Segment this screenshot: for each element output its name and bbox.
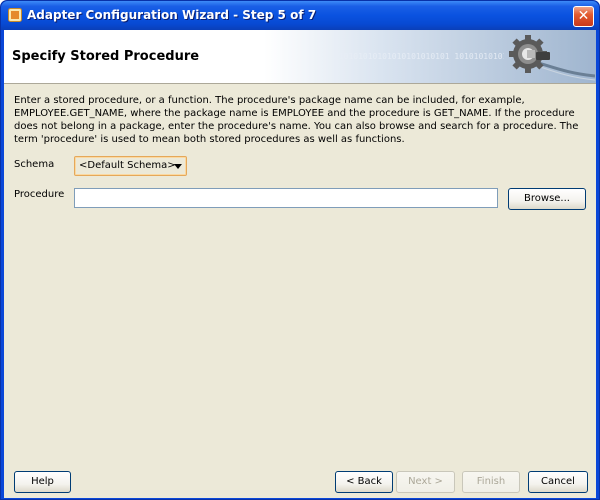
- back-button[interactable]: < Back: [335, 471, 393, 493]
- help-button[interactable]: Help: [14, 471, 71, 493]
- next-button[interactable]: Next >: [396, 471, 455, 493]
- gear-plug-icon: [509, 35, 595, 81]
- finish-button-label: Finish: [476, 476, 506, 487]
- app-window-icon: [8, 8, 22, 22]
- page-title: Specify Stored Procedure: [12, 49, 200, 64]
- binary-decoration: 010101010101010101010101 101010101010101…: [334, 52, 504, 61]
- close-icon: ✕: [577, 8, 590, 24]
- header-band: 010101010101010101010101 101010101010101…: [4, 30, 596, 84]
- cancel-button-label: Cancel: [541, 476, 575, 487]
- browse-button[interactable]: Browse...: [508, 188, 586, 210]
- next-button-label: Next >: [408, 476, 443, 487]
- instructions-text: Enter a stored procedure, or a function.…: [14, 95, 579, 145]
- cancel-button[interactable]: Cancel: [528, 471, 588, 493]
- title-bar[interactable]: Adapter Configuration Wizard - Step 5 of…: [1, 1, 599, 30]
- help-button-label: Help: [31, 476, 54, 487]
- schema-label: Schema: [14, 159, 55, 170]
- wizard-window: Adapter Configuration Wizard - Step 5 of…: [0, 0, 600, 500]
- window-title: Adapter Configuration Wizard - Step 5 of…: [27, 8, 317, 22]
- schema-dropdown[interactable]: <Default Schema>: [74, 156, 187, 176]
- finish-button[interactable]: Finish: [462, 471, 520, 493]
- procedure-label: Procedure: [14, 189, 65, 200]
- procedure-input[interactable]: [74, 188, 498, 208]
- dialog-client: 010101010101010101010101 101010101010101…: [4, 30, 596, 498]
- back-button-label: < Back: [346, 476, 382, 487]
- schema-selected-value: <Default Schema>: [79, 160, 176, 171]
- browse-button-label: Browse...: [524, 193, 570, 204]
- close-button[interactable]: ✕: [573, 6, 594, 27]
- chevron-down-icon: [174, 164, 182, 169]
